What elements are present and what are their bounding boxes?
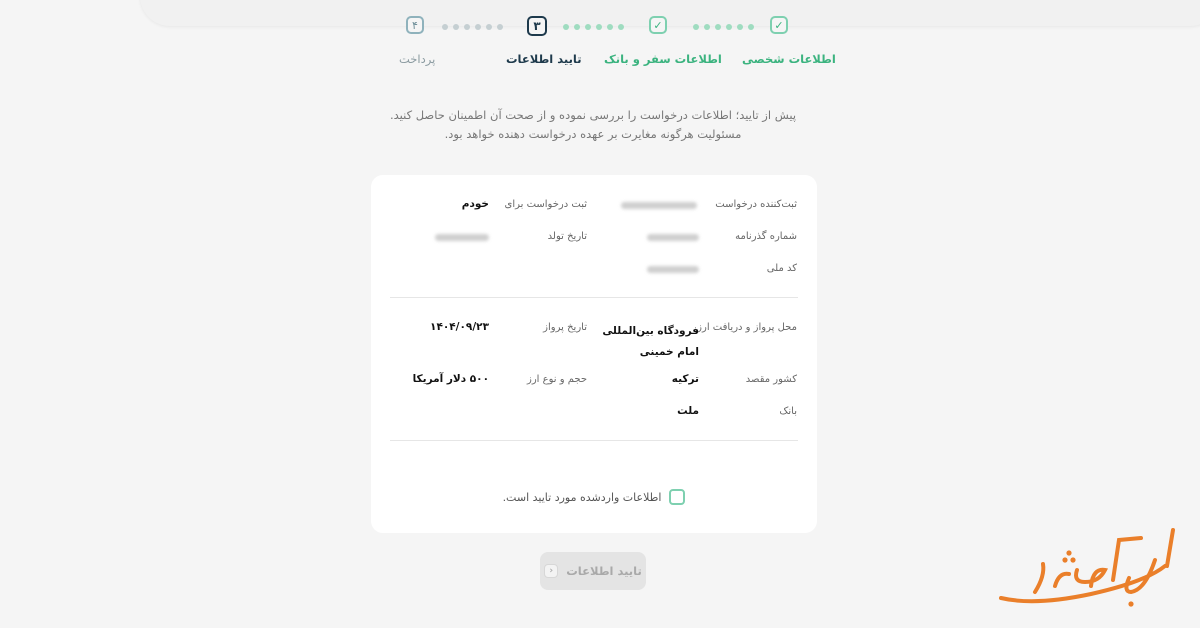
check-icon: ✓ <box>770 16 788 34</box>
divider <box>390 440 798 441</box>
step-connector <box>442 24 503 30</box>
passport-label: شماره گذرنامه <box>735 231 797 242</box>
check-icon: ✓ <box>649 16 667 34</box>
registrant-value-redacted <box>621 202 697 209</box>
confirm-info-button[interactable]: تایید اطلاعات ‹ <box>540 552 646 590</box>
step-review: ۳ تایید اطلاعات <box>506 16 582 66</box>
registrant-label: ثبت‌کننده درخواست <box>715 199 797 210</box>
confirm-row: اطلاعات واردشده مورد تایید است. <box>371 489 817 505</box>
country-value: ترکیه <box>671 373 699 385</box>
step-travel-bank: ✓ اطلاعات سفر و بانک <box>604 16 722 66</box>
step-payment: ۴ پرداخت <box>399 16 435 66</box>
passport-value-redacted <box>647 234 699 241</box>
flight-date-label: تاریخ پرواز <box>543 322 587 333</box>
currency-value: ۵۰۰ دلار آمریکا <box>412 373 489 385</box>
register-for-label: ثبت درخواست برای <box>504 199 588 210</box>
birth-date-value-redacted <box>435 234 489 241</box>
bank-label: بانک <box>779 406 797 417</box>
step-connector <box>563 24 624 30</box>
divider <box>390 297 798 298</box>
step-label: اطلاعات شخصی <box>742 52 836 66</box>
step-number: ۳ <box>527 16 547 36</box>
flight-date-value: ۱۴۰۴/۰۹/۲۳ <box>430 321 489 333</box>
step-label: اطلاعات سفر و بانک <box>604 52 722 66</box>
chevron-left-icon: ‹ <box>544 564 559 578</box>
confirm-info-button-label: تایید اطلاعات <box>566 564 642 578</box>
step-connector <box>693 24 754 30</box>
step-label: پرداخت <box>399 52 436 66</box>
birth-date-label: تاریخ تولد <box>547 231 587 242</box>
brand-logo <box>999 528 1175 607</box>
review-card: ثبت‌کننده درخواست ثبت درخواست برای خودم … <box>371 175 817 533</box>
stepper: ✓ اطلاعات شخصی ✓ اطلاعات سفر و بانک ۳ تا… <box>395 16 836 76</box>
register-for-value: خودم <box>461 198 489 210</box>
location-value: فرودگاه بین‌المللی امام خمینی <box>602 325 699 358</box>
bank-value: ملت <box>677 405 699 417</box>
country-label: کشور مقصد <box>745 374 797 385</box>
step-label: تایید اطلاعات <box>506 52 582 66</box>
location-label: محل پرواز و دریافت ارز <box>697 322 797 333</box>
national-id-value-redacted <box>647 266 699 273</box>
confirm-checkbox[interactable] <box>669 489 686 505</box>
step-number: ۴ <box>406 16 424 34</box>
confirm-label: اطلاعات واردشده مورد تایید است. <box>502 490 662 504</box>
intro-text: پیش از تایید؛ اطلاعات درخواست را بررسی ن… <box>389 108 797 141</box>
national-id-label: کد ملی <box>766 263 797 274</box>
step-personal: ✓ اطلاعات شخصی <box>742 16 836 66</box>
currency-label: حجم و نوع ارز <box>526 374 587 385</box>
